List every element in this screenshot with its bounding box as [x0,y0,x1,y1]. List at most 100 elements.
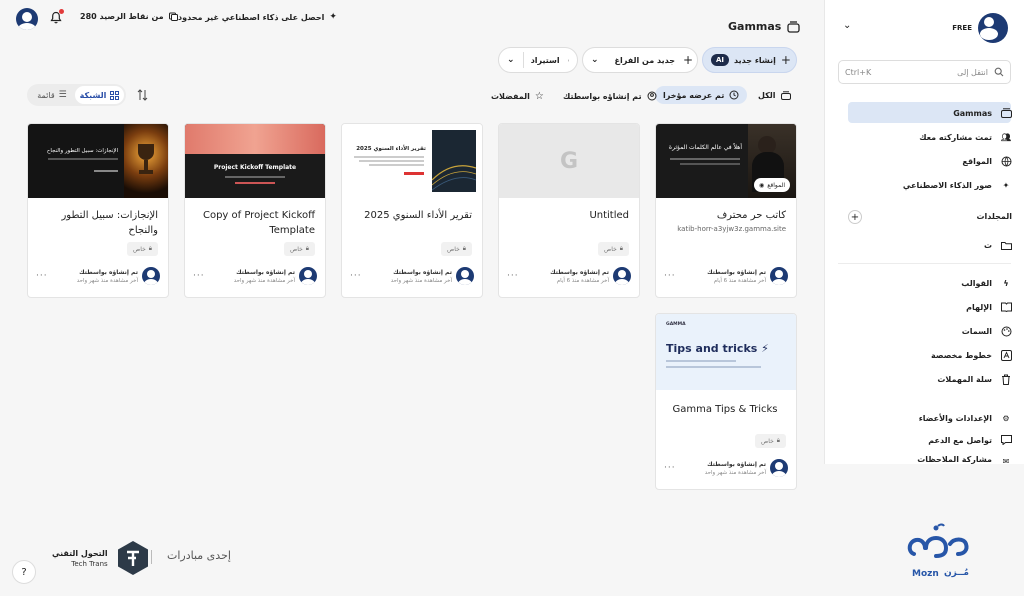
creator-avatar [299,267,317,285]
private-badge: خاص 🔒︎ [284,242,315,256]
card-title[interactable]: كاتب حر محترف [656,198,796,223]
tab-created-by-you[interactable]: تم إنشاؤه بواسطتك [563,91,657,101]
nav-ai-images[interactable]: ✦ صور الذكاء الاصطناعي [903,179,1012,191]
tab-all-label: الكل [758,91,776,100]
card-title[interactable]: Copy of Project Kickoff Template [185,198,325,238]
nav-sites[interactable]: المواقع [962,155,1012,167]
tab-all[interactable]: الكل [758,91,791,100]
nav-share-feedback[interactable]: ✉︎ مشاركة الملاحظات [917,455,1012,464]
creator-avatar [456,267,474,285]
plan-badge: FREE [952,24,972,32]
org-name-en: Tech Trans [71,559,108,568]
thumbnail-line [48,158,118,160]
plus-icon: + [850,211,860,223]
nav-themes[interactable]: السمات [962,325,1012,337]
unlimited-ai-promo[interactable]: احصل على ذكاء اصطناعي غير محدود ✦ [178,12,337,22]
more-options-icon[interactable]: ··· [664,271,676,281]
private-badge: خاص 🔒︎ [441,242,472,256]
stack-icon [1000,107,1012,119]
thumbnail-line [369,164,424,166]
sort-button[interactable] [137,89,148,101]
clock-icon [729,90,739,100]
coins-icon [168,12,178,21]
promo-label: احصل على ذكاء اصطناعي غير محدود [178,12,325,22]
sidebar: FREE ⌄ Ctrl+K انتقل إلى Gammas 👥︎ تمت مشا… [824,0,1024,464]
card-creator: تم إنشاؤه بواسطتك [550,268,609,276]
more-options-icon[interactable]: ··· [193,271,205,281]
more-options-icon[interactable]: ··· [350,271,362,281]
gamma-card[interactable]: أهلاً في عالم الكلمات المؤثرة ◉ المواقع ك… [655,123,797,298]
gamma-card[interactable]: G Untitled خاص 🔒︎ ··· تم إنشاؤه بواسطتك آخ… [498,123,640,298]
card-title[interactable]: Untitled [499,198,639,223]
star-icon: ☆ [534,91,544,102]
create-new-ai-button[interactable]: AI إنشاء جديد + [702,47,797,73]
private-badge: خاص 🔒︎ [127,242,158,256]
gamma-card[interactable]: GAMMA Tips and tricks ⚡ Gamma Tips & Tri… [655,313,797,490]
card-last-viewed: آخر مشاهدة منذ شهر واحد [704,469,766,476]
card-thumbnail: Project Kickoff Template [185,124,325,198]
user-circle-icon [647,91,657,101]
card-meta: ··· تم إنشاؤه بواسطتك آخر مشاهدة منذ شهر … [193,267,317,285]
user-avatar[interactable] [16,8,38,30]
add-folder-button[interactable]: + [848,210,862,224]
nav-gammas[interactable]: Gammas [953,107,1012,119]
view-grid-button[interactable]: الشبكة [75,86,124,104]
private-label: خاص [604,245,617,253]
chevron-down-icon[interactable]: ⌄ [591,55,599,65]
card-site-url[interactable]: katib-horr-a3yjw3z.gamma.site [656,223,796,233]
thumbnail-line [666,366,761,368]
chevron-down-icon[interactable]: ⌄ [507,55,515,65]
card-title[interactable]: الإنجازات: سبيل التطور والنجاح [28,198,168,238]
card-creator: تم إنشاؤه بواسطتك [393,268,452,276]
folders-heading: المجلدات [976,212,1012,221]
nav-shared-with-you[interactable]: 👥︎ تمت مشاركته معك [919,131,1012,143]
nav-templates[interactable]: ϟ القوالب [961,277,1012,289]
more-options-icon[interactable]: ··· [664,463,676,473]
globe-icon [1000,155,1012,167]
plus-icon: + [780,53,791,67]
workspace-switcher[interactable]: FREE [952,13,1008,43]
tab-favorites[interactable]: المفضلات ☆ [491,91,544,102]
site-badge: ◉ المواقع [753,178,790,192]
tech-trans-logo-icon [117,541,148,575]
gamma-card[interactable]: الإنجازات: سبيل التطور والنجاح الإنجازات… [27,123,169,298]
help-icon: ? [21,566,27,578]
card-title[interactable]: تقرير الأداء السنوي 2025 [342,198,482,223]
nav-contact-support[interactable]: تواصل مع الدعم [928,434,1012,446]
search-icon [994,67,1004,77]
more-options-icon[interactable]: ··· [507,271,519,281]
gamma-card[interactable]: Project Kickoff Template Copy of Project… [184,123,326,298]
nav-label: سلة المهملات [937,374,992,384]
feedback-icon: ✉︎ [1002,456,1010,465]
card-thumbnail: الإنجازات: سبيل التطور والنجاح [28,124,168,198]
notifications-bell-icon[interactable] [50,9,64,24]
nav-label: المواقع [962,156,992,166]
page-header: Gammas [728,20,801,33]
nav-custom-fonts[interactable]: خطوط مخصصة [931,349,1012,361]
search-input[interactable]: Ctrl+K انتقل إلى [838,60,1011,84]
bolt-icon: ϟ [1003,278,1009,288]
nav-inspiration[interactable]: الإلهام [966,301,1012,313]
view-grid-label: الشبكة [79,90,107,100]
more-options-icon[interactable]: ··· [36,271,48,281]
nav-trash[interactable]: سلة المهملات [937,373,1012,385]
notification-dot [59,9,64,14]
tab-recently-viewed[interactable]: تم عرضه مؤخرا [655,86,748,104]
gamma-logo-icon: G [559,148,579,174]
help-button[interactable]: ? [12,560,36,584]
thumbnail-heading: Project Kickoff Template [213,164,297,171]
nav-settings-members[interactable]: ⚙︎ الإعدادات والأعضاء [919,412,1012,424]
nav-label: الإلهام [966,302,992,312]
nav-label: القوالب [961,278,992,288]
card-title[interactable]: Gamma Tips & Tricks [656,390,796,417]
credits-indicator[interactable]: 280 من نقاط الرصيد [80,12,178,21]
ai-badge: AI [711,54,730,66]
import-button[interactable]: ⌄ استيراد [498,47,578,73]
chevron-down-icon[interactable]: ⌄ [843,20,851,31]
view-list-button[interactable]: قائمة ☰ [29,90,75,100]
card-meta: ··· تم إنشاؤه بواسطتك آخر مشاهدة منذ 6 أي… [664,267,788,285]
gamma-card[interactable]: تقرير الأداء السنوي 2025 تقرير الأداء ال… [341,123,483,298]
folder-item[interactable]: ت [984,239,1012,251]
new-from-blank-button[interactable]: ⌄ جديد من الفراغ + [582,47,698,73]
thumbnail-banner [185,124,325,154]
